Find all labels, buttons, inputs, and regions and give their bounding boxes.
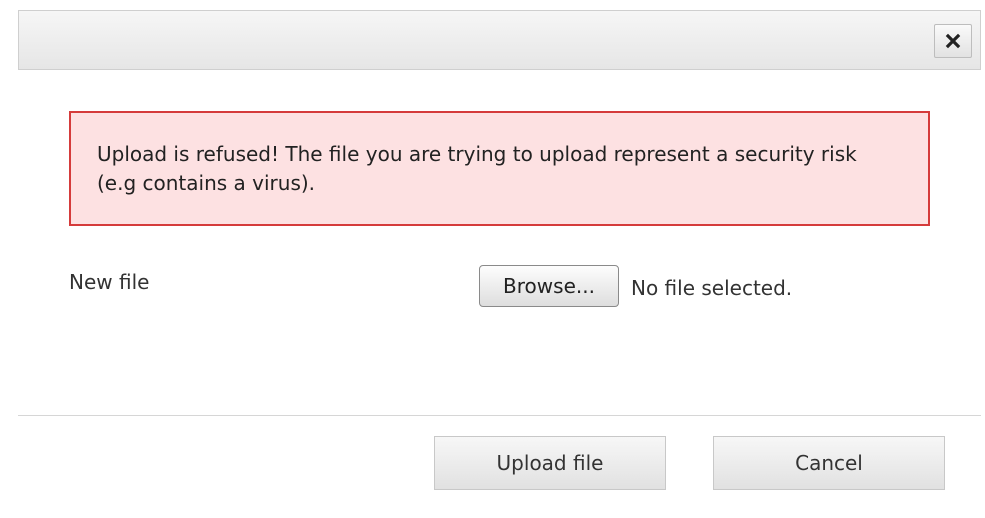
close-button[interactable] xyxy=(934,24,972,58)
close-x-icon xyxy=(945,33,961,49)
no-file-selected-text: No file selected. xyxy=(631,276,793,300)
cancel-button[interactable]: Cancel xyxy=(713,436,945,490)
dialog-titlebar xyxy=(18,10,981,70)
upload-dialog: Upload is refused! The file you are tryi… xyxy=(0,0,985,518)
error-message-text: Upload is refused! The file you are tryi… xyxy=(97,142,857,195)
error-message-box: Upload is refused! The file you are tryi… xyxy=(69,111,930,226)
footer-divider xyxy=(18,415,981,416)
new-file-label: New file xyxy=(69,270,150,294)
browse-button[interactable]: Browse... xyxy=(479,265,619,307)
upload-file-button[interactable]: Upload file xyxy=(434,436,666,490)
